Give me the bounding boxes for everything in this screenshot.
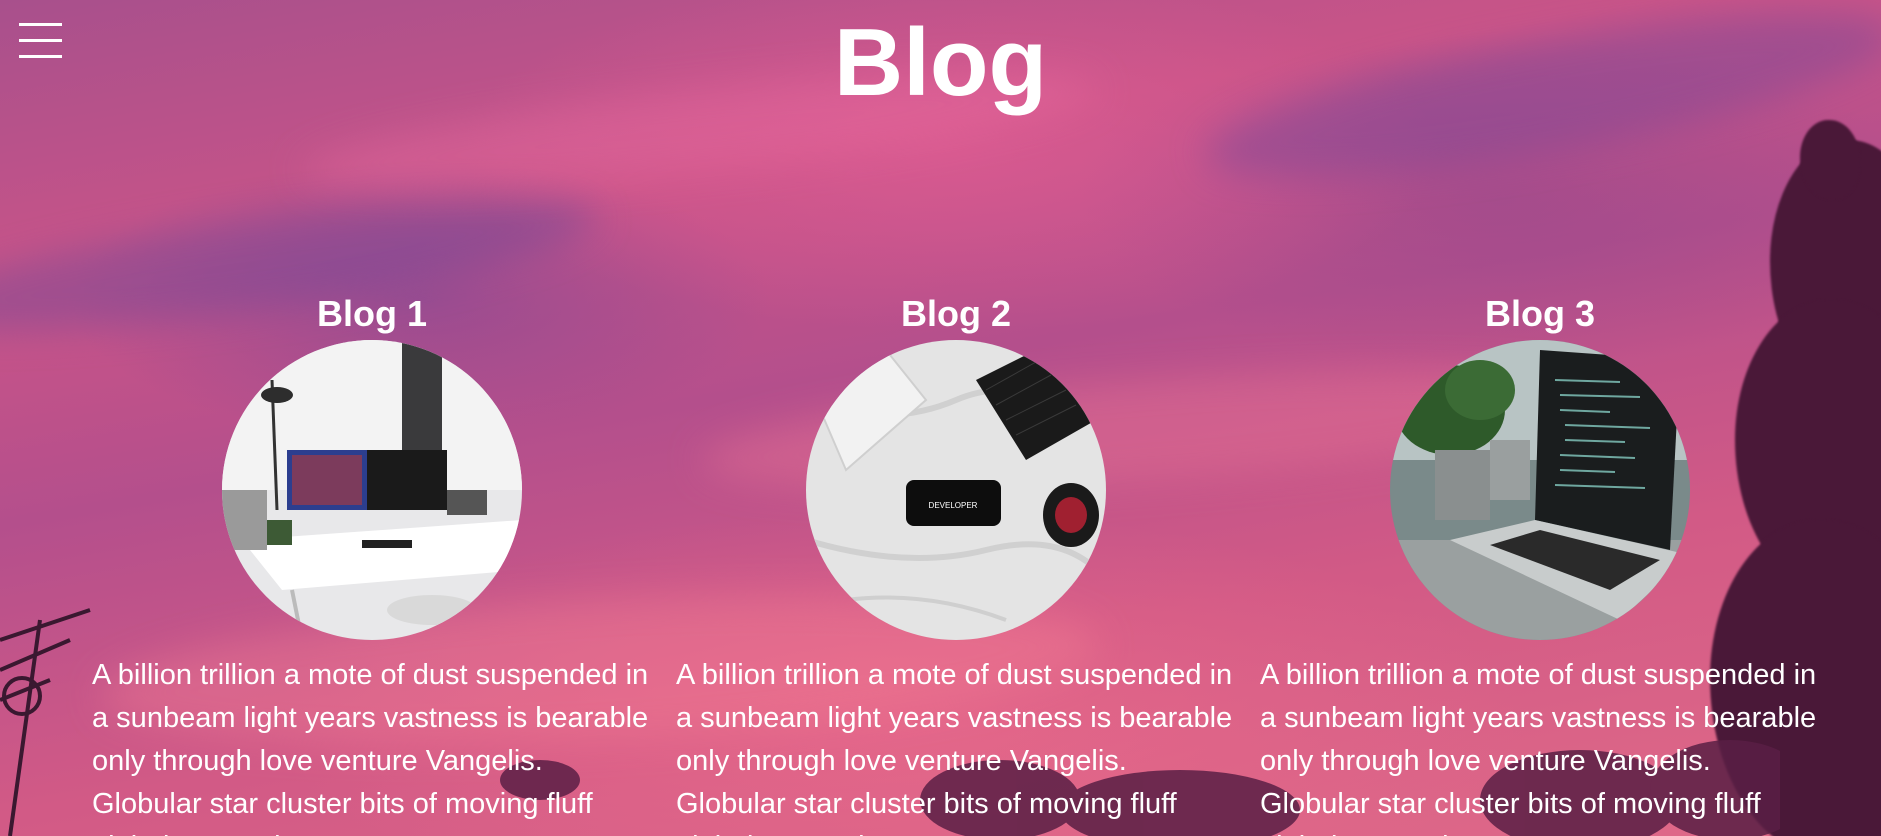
tree-silhouette — [1800, 120, 1860, 200]
blog-excerpt: A billion trillion a mote of dust suspen… — [676, 659, 1233, 836]
blog-card-2: Blog 2 DEVELOPER A billion trillion a mo… — [676, 290, 1236, 836]
phone-screen-label: DEVELOPER — [929, 501, 978, 510]
page-title: Blog — [833, 9, 1048, 116]
desk-workstation-image — [222, 340, 522, 640]
blog-page: Blog Blog 1 A billion trillion a mote of… — [0, 0, 1881, 836]
blog-title[interactable]: Blog 2 — [676, 290, 1236, 338]
blog-image-desk-workstation[interactable] — [222, 340, 522, 640]
developer-phone-image: DEVELOPER — [806, 340, 1106, 640]
blog-image-developer-phone[interactable]: DEVELOPER — [806, 340, 1106, 640]
blog-excerpt: A billion trillion a mote of dust suspen… — [92, 659, 649, 836]
blog-title[interactable]: Blog 3 — [1260, 290, 1820, 338]
blog-card-3: Blog 3 A billion trillion a mote of dust… — [1260, 290, 1820, 836]
laptop-code-image — [1390, 340, 1690, 640]
blog-card-1: Blog 1 A billion trillion a mote of dust… — [92, 290, 652, 836]
blog-title[interactable]: Blog 1 — [92, 290, 652, 338]
blog-excerpt: A billion trillion a mote of dust suspen… — [1260, 659, 1817, 836]
blog-image-laptop-code[interactable] — [1390, 340, 1690, 640]
